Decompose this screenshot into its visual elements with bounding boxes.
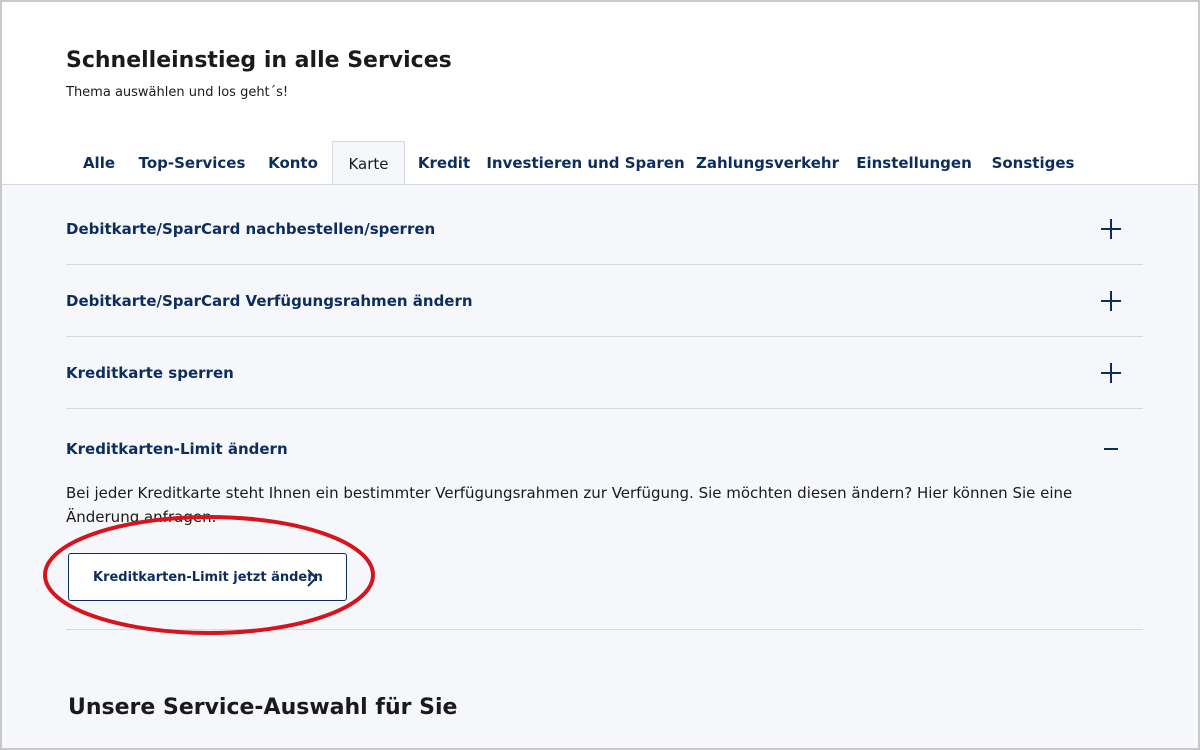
page-title: Schnelleinstieg in alle Services <box>66 48 452 73</box>
page-header: Schnelleinstieg in alle Services Thema a… <box>2 2 1198 185</box>
minus-icon[interactable] <box>1101 439 1121 459</box>
tab-karte[interactable]: Karte <box>332 141 405 185</box>
plus-icon <box>1101 363 1121 383</box>
page-subtitle: Thema auswählen und los geht´s! <box>66 85 289 100</box>
accordion-item-debitkarte-nachbestellen[interactable]: Debitkarte/SparCard nachbestellen/sperre… <box>66 193 1143 265</box>
accordion-item-description: Bei jeder Kreditkarte steht Ihnen ein be… <box>66 484 1073 526</box>
tab-einstellungen[interactable]: Einstellungen <box>847 141 981 184</box>
plus-icon <box>1101 219 1121 239</box>
accordion-item-debitkarte-verfuegungsrahmen[interactable]: Debitkarte/SparCard Verfügungsrahmen änd… <box>66 265 1143 337</box>
accordion-item-label: Debitkarte/SparCard nachbestellen/sperre… <box>66 220 436 238</box>
chevron-right-icon <box>307 569 318 587</box>
tab-investieren-und-sparen[interactable]: Investieren und Sparen <box>483 141 688 184</box>
accordion-item-label: Debitkarte/SparCard Verfügungsrahmen änd… <box>66 292 473 310</box>
tab-zahlungsverkehr[interactable]: Zahlungsverkehr <box>688 141 847 184</box>
button-label: Kreditkarten-Limit jetzt ändern <box>93 569 323 585</box>
kreditkarten-limit-aendern-button[interactable]: Kreditkarten-Limit jetzt ändern <box>68 553 347 601</box>
accordion-item-label: Kreditkarte sperren <box>66 364 234 382</box>
tab-top-services[interactable]: Top-Services <box>130 141 254 184</box>
tab-kredit[interactable]: Kredit <box>405 141 483 184</box>
accordion-item-label[interactable]: Kreditkarten-Limit ändern <box>66 409 288 481</box>
tab-sonstiges[interactable]: Sonstiges <box>981 141 1085 184</box>
service-selection-heading: Unsere Service-Auswahl für Sie <box>68 695 458 720</box>
plus-icon <box>1101 291 1121 311</box>
category-tabs: Alle Top-Services Konto Karte Kredit Inv… <box>2 141 1198 185</box>
tab-alle[interactable]: Alle <box>68 141 130 184</box>
tab-konto[interactable]: Konto <box>254 141 332 184</box>
accordion-item-kreditkarte-sperren[interactable]: Kreditkarte sperren <box>66 337 1143 409</box>
page-frame: Schnelleinstieg in alle Services Thema a… <box>0 0 1200 750</box>
